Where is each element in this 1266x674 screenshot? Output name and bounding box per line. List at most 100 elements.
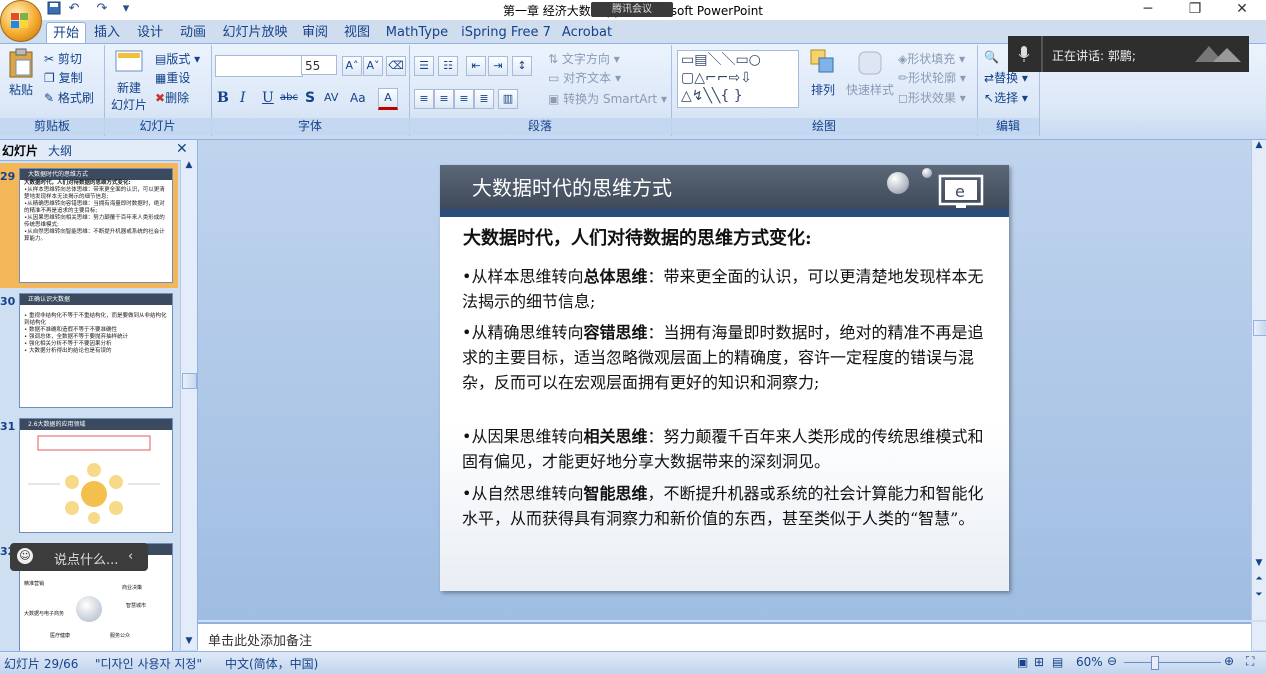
numbering-button[interactable]: ☷ xyxy=(438,56,458,76)
copy-button[interactable]: ❐ 复制 xyxy=(44,69,83,86)
zoom-in-icon[interactable]: ⊕ xyxy=(1224,654,1234,668)
zoom-slider-track[interactable] xyxy=(1124,662,1221,663)
redo-icon[interactable]: ↷ xyxy=(94,1,110,17)
align-center-button[interactable]: ≡ xyxy=(434,89,454,109)
tab-animations[interactable]: 动画 xyxy=(176,22,210,43)
shadow-button[interactable]: S xyxy=(305,90,315,106)
char-spacing-button[interactable]: AV xyxy=(324,91,338,104)
cut-button[interactable]: ✂ 剪切 xyxy=(44,50,82,67)
shape-effects-button[interactable]: ◻形状效果 ▾ xyxy=(898,89,966,106)
arrange-button[interactable]: 排列 xyxy=(806,48,840,98)
tab-review[interactable]: 审阅 xyxy=(298,22,332,43)
chevron-left-icon[interactable]: ‹ xyxy=(128,549,133,564)
font-name-input[interactable] xyxy=(215,55,303,77)
new-slide-button[interactable]: 新建 幻灯片 xyxy=(107,48,151,113)
office-button[interactable] xyxy=(0,0,42,42)
normal-view-icon[interactable]: ▣ xyxy=(1017,655,1028,669)
align-text-button[interactable]: ▭ 对齐文本 ▾ xyxy=(548,69,621,86)
microphone-icon xyxy=(1018,45,1030,66)
tab-view[interactable]: 视图 xyxy=(340,22,374,43)
underline-button[interactable]: U xyxy=(262,90,274,106)
undo-icon[interactable]: ↶ xyxy=(66,1,82,17)
tab-mathtype[interactable]: MathType xyxy=(384,22,450,43)
justify-button[interactable]: ≣ xyxy=(474,89,494,109)
tab-acrobat[interactable]: Acrobat xyxy=(560,22,614,43)
zoom-out-icon[interactable]: ⊖ xyxy=(1107,654,1117,668)
columns-button[interactable]: ▥ xyxy=(498,89,518,109)
tab-insert[interactable]: 插入 xyxy=(90,22,124,43)
change-case-button[interactable]: Aa xyxy=(350,91,366,105)
format-painter-button[interactable]: ✎ 格式刷 xyxy=(44,89,94,106)
slide-bullet[interactable]: •从样本思维转向总体思维：带来更全面的认识，可以更清楚地发现样本无法揭示的细节信… xyxy=(462,264,986,314)
fit-window-icon[interactable]: ⛶ xyxy=(1246,654,1254,669)
shapes-gallery[interactable]: ▭▤＼＼▭○ ▢△⌐⌐⇨⇩ △↯╲╲{ } xyxy=(677,50,799,108)
paste-button[interactable]: 粘贴 xyxy=(4,48,38,98)
delete-slide-button[interactable]: ✖删除 xyxy=(155,89,189,106)
slide-bullet[interactable]: •从自然思维转向智能思维，不断提升机器或系统的社会计算能力和智能化水平，从而获得… xyxy=(462,481,986,531)
grow-font-button[interactable]: A˄ xyxy=(342,56,362,76)
strikethrough-button[interactable]: abc xyxy=(280,92,298,103)
clear-format-button[interactable]: ⌫ xyxy=(386,56,406,76)
previous-slide-icon[interactable]: ⏶ xyxy=(1252,574,1266,588)
save-icon[interactable] xyxy=(46,1,62,17)
scroll-thumb[interactable] xyxy=(182,373,197,389)
notes-scrollbar[interactable] xyxy=(1251,622,1266,650)
panel-scrollbar[interactable]: ▲ ▼ xyxy=(180,160,197,650)
tab-outline[interactable]: 大纲 xyxy=(48,142,72,159)
slide-title[interactable]: 大数据时代的思维方式 xyxy=(472,172,672,201)
main-scrollbar[interactable]: ▲ ▼ ⏶ ⏷ xyxy=(1251,140,1266,620)
chat-input-overlay[interactable]: ☺ 说点什么... ‹ xyxy=(10,543,148,571)
thumb-globe xyxy=(76,596,102,622)
slide-heading[interactable]: 大数据时代，人们对待数据的思维方式变化: xyxy=(463,226,812,251)
italic-button[interactable]: I xyxy=(240,90,246,106)
close-panel-icon[interactable]: ✕ xyxy=(176,141,188,157)
slideshow-view-icon[interactable]: ▤ xyxy=(1052,655,1063,669)
find-icon[interactable]: 🔍 xyxy=(984,50,999,64)
slide-bullet[interactable]: •从因果思维转向相关思维：努力颠覆千百年来人类形成的传统思维模式和固有偏见，才能… xyxy=(462,424,986,474)
qat-customize-icon[interactable]: ▾ xyxy=(118,1,134,17)
scroll-up-icon[interactable]: ▲ xyxy=(182,160,196,174)
quick-styles-button[interactable]: 快速样式 xyxy=(845,48,895,98)
slide-thumbnail-29[interactable]: 大数据时代的思维方式 大数据时代，人们对待数据的思维方式变化: •从样本思维转向… xyxy=(19,168,173,283)
font-size-input[interactable]: 55 xyxy=(301,55,337,75)
scroll-down-icon[interactable]: ▼ xyxy=(1252,558,1266,572)
meeting-indicator[interactable]: 腾讯会议 xyxy=(591,2,673,17)
bold-button[interactable]: B xyxy=(217,90,229,106)
tab-slideshow[interactable]: 幻灯片放映 xyxy=(220,22,290,43)
tab-slides[interactable]: 幻灯片 xyxy=(2,142,38,159)
slide-bullet[interactable]: •从精确思维转向容错思维：当拥有海量即时数据时，绝对的精准不再是追求的主要目标，… xyxy=(462,320,986,395)
align-left-button[interactable]: ≡ xyxy=(414,89,434,109)
increase-indent-button[interactable]: ⇥ xyxy=(488,56,508,76)
restore-button[interactable]: ❐ xyxy=(1172,0,1218,20)
text-direction-button[interactable]: ⇅ 文字方向 ▾ xyxy=(548,50,620,67)
shape-fill-button[interactable]: ◈形状填充 ▾ xyxy=(898,50,965,67)
shrink-font-button[interactable]: A˅ xyxy=(363,56,383,76)
close-button[interactable]: ✕ xyxy=(1219,0,1265,20)
reset-label: 重设 xyxy=(166,71,191,85)
tab-design[interactable]: 设计 xyxy=(133,22,167,43)
decrease-indent-button[interactable]: ⇤ xyxy=(466,56,486,76)
line-spacing-button[interactable]: ↕ xyxy=(512,56,532,76)
reset-button[interactable]: ▦重设 xyxy=(155,69,190,86)
language-status[interactable]: 中文(简体，中国) xyxy=(225,655,318,672)
scroll-up-icon[interactable]: ▲ xyxy=(1252,140,1266,154)
font-color-button[interactable]: A xyxy=(378,88,398,110)
slide-sorter-icon[interactable]: ⊞ xyxy=(1034,655,1044,669)
zoom-slider-thumb[interactable] xyxy=(1151,656,1159,670)
tab-ispring[interactable]: iSpring Free 7 xyxy=(460,22,552,43)
layout-button[interactable]: ▤版式 ▾ xyxy=(155,50,200,67)
slide-thumbnail-31[interactable]: 2.6大数据的应用领域 xyxy=(19,418,173,533)
shape-outline-button[interactable]: ✏形状轮廓 ▾ xyxy=(898,69,966,86)
bullets-button[interactable]: ☰ xyxy=(414,56,434,76)
scroll-down-icon[interactable]: ▼ xyxy=(182,636,196,650)
scroll-thumb[interactable] xyxy=(1253,320,1266,336)
select-button[interactable]: ↖选择 ▾ xyxy=(984,89,1028,106)
tab-home[interactable]: 开始 xyxy=(46,22,86,44)
notes-pane[interactable]: 单击此处添加备注 xyxy=(198,622,1251,652)
next-slide-icon[interactable]: ⏷ xyxy=(1252,590,1266,604)
zoom-level[interactable]: 60% xyxy=(1076,655,1103,669)
align-right-button[interactable]: ≡ xyxy=(454,89,474,109)
smartart-button[interactable]: ▣ 转换为 SmartArt ▾ xyxy=(548,90,667,107)
minimize-button[interactable]: ─ xyxy=(1125,0,1171,20)
slide-thumbnail-30[interactable]: 正确认识大数据 • 重视非结构化不等于不重结构化，而是要做到从非结构化到结构化 … xyxy=(19,293,173,408)
